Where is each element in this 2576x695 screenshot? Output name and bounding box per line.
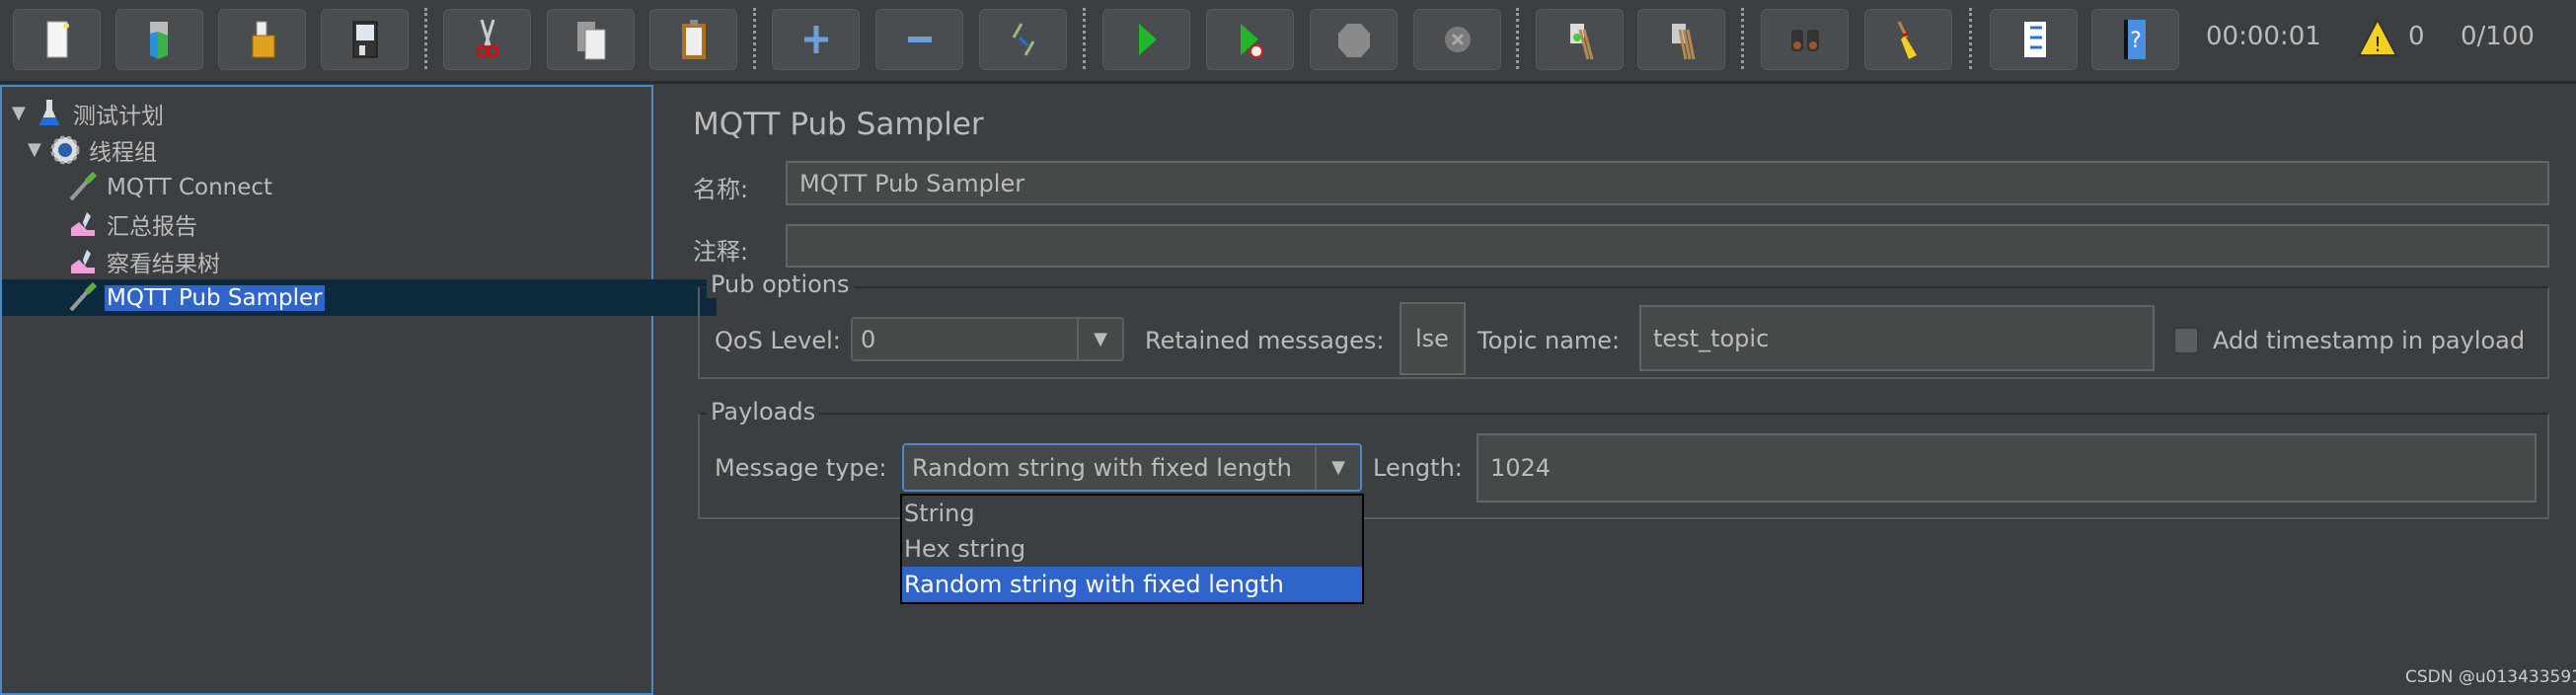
add-timestamp-checkbox[interactable] xyxy=(2173,327,2199,354)
dropdown-option-hex-string[interactable]: Hex string xyxy=(902,531,1362,567)
elapsed-time: 00:00:01 xyxy=(2206,22,2321,51)
thread-group-gear-icon xyxy=(50,135,80,164)
topic-input[interactable]: test_topic xyxy=(1639,305,2155,371)
message-type-combobox[interactable]: Random string with fixed length ▼ xyxy=(902,443,1362,492)
active-threads: 0/100 xyxy=(2461,22,2535,51)
page-title: MQTT Pub Sampler xyxy=(693,107,984,142)
message-type-label: Message type: xyxy=(715,454,887,482)
paste-button[interactable] xyxy=(649,9,737,70)
warning-icon[interactable]: ! xyxy=(2357,18,2398,57)
comment-input[interactable] xyxy=(786,224,2549,268)
save-button[interactable] xyxy=(321,9,409,70)
search-button[interactable] xyxy=(1761,9,1849,70)
start-no-pauses-icon xyxy=(1240,24,1263,58)
toolbar: ? 00:00:01 ! 0 0/100 xyxy=(0,0,2576,84)
retained-label: Retained messages: xyxy=(1145,327,1385,354)
tree-item-mqtt-pub-sampler[interactable]: MQTT Pub Sampler xyxy=(2,279,717,316)
clear-button[interactable] xyxy=(1536,9,1624,70)
function-helper-button[interactable] xyxy=(1990,9,2078,70)
expand-triangle-icon[interactable]: ▼ xyxy=(12,103,34,123)
start-button[interactable] xyxy=(1102,9,1190,70)
warning-count: 0 xyxy=(2408,22,2425,51)
stop-icon xyxy=(1337,24,1370,57)
listener-graph-icon xyxy=(71,211,95,236)
templates-icon xyxy=(149,22,168,59)
message-type-value: Random string with fixed length xyxy=(912,453,1292,482)
clear-all-button[interactable] xyxy=(1637,9,1725,70)
tree-item-label: 汇总报告 xyxy=(107,213,197,240)
chevron-down-icon[interactable]: ▼ xyxy=(1077,319,1122,359)
qos-combobox[interactable]: 0 ▼ xyxy=(851,317,1124,361)
open-icon xyxy=(252,21,274,58)
sampler-pipette-icon xyxy=(69,171,98,200)
save-icon xyxy=(352,21,377,58)
expand-icon xyxy=(803,26,828,53)
add-timestamp-label: Add timestamp in payload xyxy=(2213,327,2526,354)
retained-input[interactable]: lse xyxy=(1400,302,1466,375)
length-label: Length: xyxy=(1373,454,1463,482)
reset-search-button[interactable] xyxy=(1864,9,1952,70)
name-label: 名称: xyxy=(693,176,749,203)
reset-search-broom-icon xyxy=(1897,21,1917,59)
open-button[interactable] xyxy=(218,9,306,70)
dropdown-option-string[interactable]: String xyxy=(902,496,1362,531)
svg-text:?: ? xyxy=(2130,29,2142,53)
qos-label: QoS Level: xyxy=(715,327,841,354)
expand-triangle-icon[interactable]: ▼ xyxy=(28,139,49,160)
tree-item-label: MQTT Connect xyxy=(107,174,273,200)
tree-item-label: 线程组 xyxy=(89,139,157,166)
shutdown-button[interactable] xyxy=(1413,9,1501,70)
tree-item-view-results-tree[interactable]: 察看结果树 xyxy=(2,243,717,279)
copy-icon xyxy=(576,22,605,60)
test-plan-tree: ▼ 测试计划 ▼ 线程组 MQTT Connect 汇总报告 察看结果树 MQT… xyxy=(0,85,717,695)
tree-item-label: MQTT Pub Sampler xyxy=(105,284,325,311)
paste-icon xyxy=(681,20,706,59)
tree-item-label: 测试计划 xyxy=(73,103,164,129)
clear-all-icon xyxy=(1671,24,1695,60)
topic-label: Topic name: xyxy=(1477,327,1621,354)
dropdown-option-random-string[interactable]: Random string with fixed length xyxy=(902,567,1362,602)
start-no-pauses-button[interactable] xyxy=(1206,9,1294,70)
watermark: CSDN @u013433591 xyxy=(2405,667,2576,687)
payloads-legend: Payloads xyxy=(707,398,820,425)
start-icon xyxy=(1138,24,1157,55)
collapse-all-button[interactable] xyxy=(875,9,963,70)
name-input[interactable]: MQTT Pub Sampler xyxy=(786,161,2549,205)
sampler-pipette-icon xyxy=(69,281,98,311)
search-binoculars-icon xyxy=(1790,30,1819,51)
templates-button[interactable] xyxy=(115,9,203,70)
cut-icon xyxy=(476,19,498,58)
cut-button[interactable] xyxy=(443,9,531,70)
tree-item-summary-report[interactable]: 汇总报告 xyxy=(2,205,717,242)
shutdown-icon xyxy=(1444,27,1471,52)
length-input[interactable]: 1024 xyxy=(1477,433,2537,502)
copy-button[interactable] xyxy=(547,9,635,70)
toggle-button[interactable] xyxy=(979,9,1067,70)
stop-button[interactable] xyxy=(1310,9,1398,70)
collapse-icon xyxy=(907,37,932,42)
test-plan-flask-icon xyxy=(39,99,59,125)
clear-icon xyxy=(1569,24,1593,60)
help-button[interactable]: ? xyxy=(2091,9,2179,70)
toggle-icon xyxy=(1012,23,1034,56)
new-button[interactable] xyxy=(13,9,101,70)
svg-text:!: ! xyxy=(2374,33,2382,56)
help-icon: ? xyxy=(2123,20,2146,59)
message-type-dropdown: String Hex string Random string with fix… xyxy=(900,494,1364,604)
function-helper-icon xyxy=(2023,22,2046,57)
new-icon xyxy=(46,21,69,58)
pub-options-legend: Pub options xyxy=(707,270,854,298)
tree-item-thread-group[interactable]: ▼ 线程组 xyxy=(2,131,677,168)
tree-item-mqtt-connect[interactable]: MQTT Connect xyxy=(2,169,717,205)
tree-item-label: 察看结果树 xyxy=(107,251,220,277)
comment-label: 注释: xyxy=(693,238,749,266)
qos-value: 0 xyxy=(861,325,876,353)
chevron-down-icon[interactable]: ▼ xyxy=(1315,445,1360,490)
expand-all-button[interactable] xyxy=(772,9,860,70)
tree-item-test-plan[interactable]: ▼ 测试计划 xyxy=(2,95,661,131)
listener-graph-icon xyxy=(71,249,95,273)
